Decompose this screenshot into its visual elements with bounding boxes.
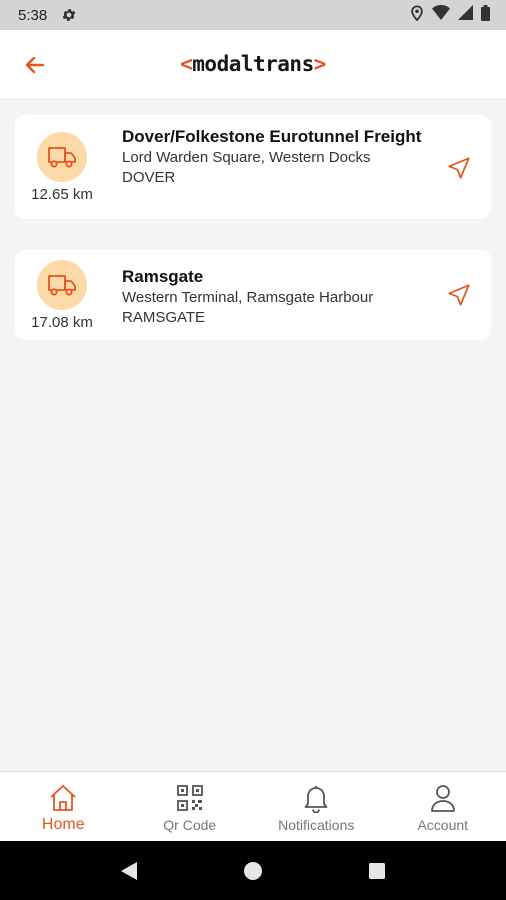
distance-label: 12.65 km [31, 186, 93, 203]
terminal-card[interactable]: 17.08 km Ramsgate Western Terminal, Rams… [15, 250, 491, 340]
system-nav-bar [0, 841, 506, 900]
home-circle-icon[interactable] [241, 859, 265, 883]
terminal-address-line2: RAMSGATE [122, 309, 206, 326]
recents-square-icon[interactable] [365, 859, 389, 883]
navigation-arrow-icon [448, 284, 470, 306]
app-logo: <modaltrans> [180, 52, 326, 76]
terminal-info: Ramsgate Western Terminal, Ramsgate Harb… [122, 266, 422, 328]
nav-label-notifications: Notifications [278, 817, 355, 833]
status-bar: 5:38 [0, 0, 506, 30]
user-icon [429, 782, 457, 814]
terminal-name: Dover/Folkestone Eurotunnel Freight [122, 127, 422, 146]
signal-icon [458, 5, 473, 25]
status-time: 5:38 [18, 6, 48, 24]
nav-item-home[interactable]: Home [0, 772, 127, 841]
nav-label-home: Home [41, 816, 85, 833]
nav-item-qr-code[interactable]: Qr Code [127, 772, 254, 841]
navigate-button[interactable] [443, 279, 475, 311]
terminal-list: 12.65 km Dover/Folkestone Eurotunnel Fre… [0, 101, 506, 771]
navigation-arrow-icon [448, 157, 470, 179]
location-icon [410, 5, 424, 26]
navigate-button[interactable] [443, 152, 475, 184]
nav-item-account[interactable]: Account [380, 772, 506, 841]
status-icons [410, 4, 490, 26]
nav-item-notifications[interactable]: Notifications [253, 772, 380, 841]
home-icon [48, 782, 78, 814]
qr-code-icon [176, 782, 204, 814]
truck-icon [37, 132, 87, 182]
back-triangle-icon[interactable] [117, 859, 141, 883]
logo-text: modaltrans [192, 52, 314, 76]
terminal-address-line2: DOVER [122, 169, 176, 186]
bottom-nav: Home Qr Code Notifications Account [0, 771, 506, 841]
distance-label: 17.08 km [31, 314, 93, 331]
terminal-info: Dover/Folkestone Eurotunnel Freight Lord… [122, 126, 422, 188]
terminal-name: Ramsgate [122, 267, 204, 286]
app-bar: <modaltrans> [0, 30, 506, 100]
terminal-address-line1: Western Terminal, Ramsgate Harbour [122, 289, 374, 306]
battery-icon [481, 4, 490, 26]
terminal-card[interactable]: 12.65 km Dover/Folkestone Eurotunnel Fre… [15, 115, 491, 219]
wifi-icon [432, 5, 450, 25]
settings-gear-icon [61, 7, 77, 23]
truck-icon [37, 260, 87, 310]
nav-label-account: Account [417, 817, 469, 833]
terminal-address-line1: Lord Warden Square, Western Docks [122, 149, 371, 166]
nav-label-qr-code: Qr Code [163, 817, 217, 833]
bell-icon [302, 782, 330, 814]
